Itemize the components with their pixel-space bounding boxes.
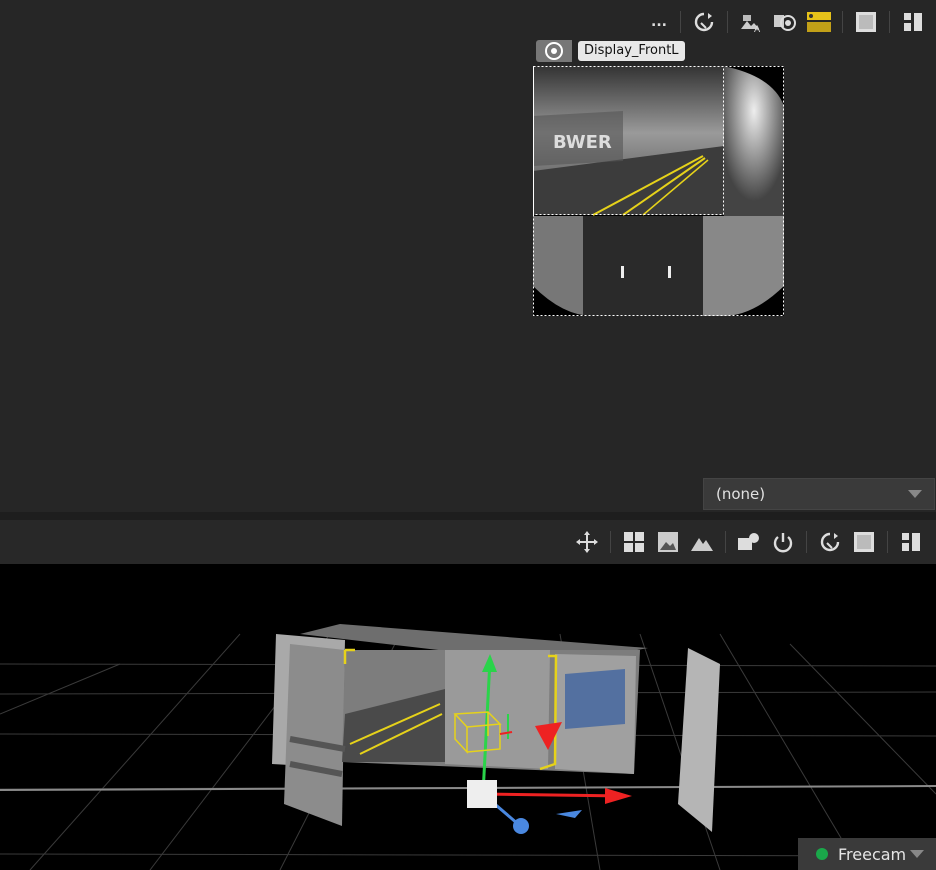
top-toolbar: ... A xyxy=(644,2,930,42)
3d-viewport[interactable] xyxy=(0,564,936,870)
preview-panel: ... A Display_FrontL BWER (none) xyxy=(0,0,936,512)
power-icon[interactable] xyxy=(770,529,796,555)
text-overlay-icon[interactable]: A xyxy=(738,9,764,35)
svg-text:A: A xyxy=(754,25,761,33)
layers-icon[interactable] xyxy=(806,9,832,35)
frame-icon[interactable] xyxy=(851,529,877,555)
toolbar-separator xyxy=(887,531,888,553)
toolbar-separator xyxy=(725,531,726,553)
status-dot xyxy=(816,848,828,860)
viewport-toolbar xyxy=(570,522,928,562)
texture-preview: BWER xyxy=(533,66,784,316)
svg-text:BWER: BWER xyxy=(553,132,612,153)
toolbar-separator xyxy=(610,531,611,553)
toolbar-separator xyxy=(889,11,890,33)
camera-target-icon xyxy=(536,40,572,62)
move-gizmo-icon[interactable] xyxy=(574,529,600,555)
image-icon[interactable] xyxy=(655,529,681,555)
layout-icon[interactable] xyxy=(900,9,926,35)
toolbar-separator xyxy=(806,531,807,553)
layer-select[interactable]: (none) xyxy=(703,478,935,510)
refresh-icon[interactable] xyxy=(817,529,843,555)
layout-icon[interactable] xyxy=(898,529,924,555)
toolbar-separator xyxy=(842,11,843,33)
grid-icon[interactable] xyxy=(621,529,647,555)
layer-select-value: (none) xyxy=(716,485,766,503)
freecam-label: Freecam xyxy=(838,844,907,864)
frame-icon[interactable] xyxy=(853,9,879,35)
panel-divider[interactable] xyxy=(0,512,936,520)
camera-light-icon[interactable] xyxy=(736,529,762,555)
freecam-selector[interactable]: Freecam xyxy=(798,838,936,870)
toolbar-separator xyxy=(727,11,728,33)
toolbar-separator xyxy=(680,11,681,33)
chevron-down-icon xyxy=(910,850,924,858)
chevron-down-icon xyxy=(908,490,922,498)
display-tab[interactable]: Display_FrontL xyxy=(536,40,685,62)
camera-target-icon[interactable] xyxy=(772,9,798,35)
terrain-icon[interactable] xyxy=(689,529,715,555)
display-tab-label: Display_FrontL xyxy=(578,41,685,61)
viewport-toolbar-bar xyxy=(0,520,936,564)
more-options-button[interactable]: ... xyxy=(644,14,674,30)
refresh-icon[interactable] xyxy=(691,9,717,35)
